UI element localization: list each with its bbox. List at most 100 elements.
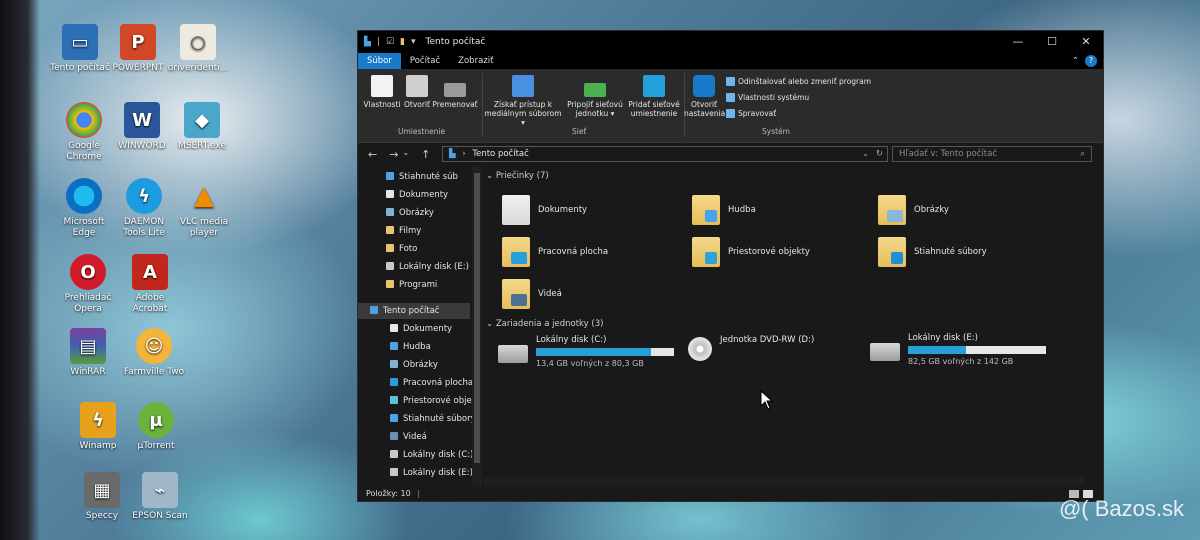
sidebar-item-disk-e-pinned[interactable]: Lokálny disk (E:) xyxy=(358,259,470,275)
collapse-ribbon-icon[interactable]: ⌃ xyxy=(1066,53,1085,69)
drive-c[interactable]: Lokálny disk (C:) 13,4 GB voľných z 80,3… xyxy=(498,335,688,377)
desktop-icon-edge[interactable]: Microsoft Edge xyxy=(52,178,116,239)
address-dropdown-icon[interactable]: ⌄ xyxy=(862,147,869,161)
sidebar-item-label: Lokálny disk (C:) xyxy=(403,450,474,460)
sidebar-item-label: Programi xyxy=(399,280,438,290)
tab-view[interactable]: Zobraziť xyxy=(449,53,502,69)
desktop-icon-speccy[interactable]: ▦ Speccy xyxy=(70,472,134,522)
folder-icon xyxy=(386,280,394,288)
desktop-icon-epson[interactable]: ⌁ EPSON Scan xyxy=(128,472,192,522)
tab-computer[interactable]: Počítač xyxy=(401,53,449,69)
tab-file[interactable]: Súbor xyxy=(358,53,401,69)
sidebar-item-downloads[interactable]: Stiahnuté súbory xyxy=(358,411,476,427)
desktop-icon-acrobat[interactable]: A Adobe Acrobat xyxy=(118,254,182,315)
manage-button[interactable]: Spravovať xyxy=(726,109,776,118)
sidebar-item-pictures[interactable]: Obrázky xyxy=(358,357,470,373)
sidebar-scrollbar[interactable] xyxy=(472,167,482,487)
sidebar-item-3d-objects[interactable]: Priestorové obje xyxy=(358,393,472,409)
desktop-icon-chrome[interactable]: Google Chrome xyxy=(52,102,116,163)
new-folder-quick-icon[interactable]: ▮ xyxy=(400,37,405,47)
folder-videos[interactable]: Videá xyxy=(502,275,672,313)
maximize-button[interactable]: ☐ xyxy=(1035,31,1069,53)
utorrent-icon: µ xyxy=(138,402,174,438)
folder-music[interactable]: Hudba xyxy=(692,191,862,229)
network-location-icon xyxy=(643,75,665,97)
refresh-icon[interactable]: ↻ xyxy=(876,147,883,161)
folder-pictures[interactable]: Obrázky xyxy=(878,191,1048,229)
sidebar-item-downloads-pinned[interactable]: Stiahnuté súb xyxy=(358,169,470,185)
media-access-button[interactable]: Získať prístup k mediálnym súborom ▾ xyxy=(484,75,562,127)
rename-button[interactable]: Premenovať xyxy=(432,75,478,109)
desktop-icon-utorrent[interactable]: µ µTorrent xyxy=(124,402,188,452)
open-settings-button[interactable]: Otvoriť nastavenia xyxy=(684,75,725,118)
farmville-icon: ☺ xyxy=(136,328,172,364)
open-button[interactable]: Otvoriť xyxy=(402,75,432,109)
uninstall-program-button[interactable]: Odinštalovať alebo zmeniť program xyxy=(726,77,871,86)
location-group-label: Umiestnenie xyxy=(398,127,446,136)
media-access-label: mediálnym súborom ▾ xyxy=(484,109,562,127)
desktop-icon-winrar[interactable]: ▤ WinRAR xyxy=(56,328,120,378)
desktop-icon-vlc[interactable]: ▲ VLC media player xyxy=(172,178,236,239)
sidebar-item-foto[interactable]: Foto xyxy=(358,241,470,257)
back-button[interactable]: ← xyxy=(368,148,377,161)
devices-section-header[interactable]: ⌄ Zariadenia a jednotky (3) xyxy=(486,319,603,329)
drive-d-dvd[interactable]: Jednotka DVD-RW (D:) xyxy=(688,335,878,377)
desktop-icon-this-pc[interactable]: ▭ Tento počítač xyxy=(48,24,112,74)
folder-3d-objects[interactable]: Priestorové objekty xyxy=(692,233,862,271)
close-button[interactable]: ✕ xyxy=(1069,31,1103,53)
desktop-icon-daemon[interactable]: ϟ DAEMON Tools Lite xyxy=(112,178,176,239)
desktop-icon-opera[interactable]: O Prehliadač Opera xyxy=(56,254,120,315)
folder-documents[interactable]: Dokumenty xyxy=(502,191,672,229)
sidebar-item-disk-c[interactable]: Lokálny disk (C:) xyxy=(358,447,474,463)
map-drive-button[interactable]: Pripojiť sieťovú jednotku ▾ xyxy=(564,75,626,118)
sidebar-item-filmy[interactable]: Filmy xyxy=(358,223,470,239)
map-drive-label: Pripojiť sieťovú xyxy=(567,100,623,109)
sidebar-item-programi[interactable]: Programi xyxy=(358,277,470,293)
minimize-button[interactable]: — xyxy=(1001,31,1035,53)
desktop-icon-label: WINWORD xyxy=(118,141,166,151)
properties-quick-icon[interactable]: ☑ xyxy=(386,37,394,47)
content-scrollbar[interactable] xyxy=(484,477,1084,485)
desktop-icon-powerpnt[interactable]: P POWERPNT xyxy=(106,24,170,74)
sidebar-item-documents-pinned[interactable]: Dokumenty xyxy=(358,187,470,203)
sidebar-item-this-pc[interactable]: Tento počítač xyxy=(358,303,470,319)
desktop-icon-driver[interactable]: ○ driveridenti... xyxy=(166,24,230,74)
scrollbar-thumb[interactable] xyxy=(474,173,480,463)
sidebar-item-videos[interactable]: Videá xyxy=(358,429,470,445)
desktop-icon-label: WinRAR xyxy=(70,367,106,377)
folder-desktop[interactable]: Pracovná plocha xyxy=(502,233,672,271)
sidebar-item-documents[interactable]: Dokumenty xyxy=(358,321,470,337)
customize-quick-icon[interactable]: ▾ xyxy=(411,37,416,47)
powerpoint-icon: P xyxy=(120,24,156,60)
rename-label: Premenovať xyxy=(432,100,478,109)
properties-label: Vlastnosti xyxy=(363,100,401,109)
folder-downloads[interactable]: Stiahnuté súbory xyxy=(878,233,1048,271)
desktop-icon-winamp[interactable]: ϟ Winamp xyxy=(66,402,130,452)
sidebar-item-pictures-pinned[interactable]: Obrázky xyxy=(358,205,470,221)
address-bar[interactable]: ▙ › Tento počítač ⌄ ↻ xyxy=(442,146,888,162)
sidebar-item-desktop[interactable]: Pracovná plocha xyxy=(358,375,473,391)
up-button[interactable]: ↑ xyxy=(421,148,430,161)
media-access-label: Získať prístup k xyxy=(493,100,553,109)
help-icon[interactable]: ? xyxy=(1085,55,1097,67)
desktop-icon-label: POWERPNT xyxy=(112,63,164,73)
sidebar-item-music[interactable]: Hudba xyxy=(358,339,470,355)
sidebar-item-label: Lokálny disk (E:) xyxy=(399,262,469,272)
sidebar-item-disk-e[interactable]: Lokálny disk (E:) xyxy=(358,465,473,481)
settings-label: Otvoriť xyxy=(691,100,717,109)
recent-locations-icon[interactable]: ⌄ xyxy=(402,148,409,161)
folders-section-header[interactable]: ⌄ Priečinky (7) xyxy=(486,171,549,181)
item-count: Položky: 10 xyxy=(366,489,411,498)
system-properties-button[interactable]: Vlastnosti systému xyxy=(726,93,809,102)
forward-button[interactable]: → xyxy=(389,148,398,161)
desktop-icon-winword[interactable]: W WINWORD xyxy=(110,102,174,152)
properties-button[interactable]: Vlastnosti xyxy=(362,75,402,109)
word-icon: W xyxy=(124,102,160,138)
search-input[interactable]: Hľadať v: Tento počítač ⌕ xyxy=(892,146,1092,162)
add-network-location-button[interactable]: Pridať sieťové umiestnenie xyxy=(624,75,684,118)
desktop-icon-msert[interactable]: ◆ MSERT.exe xyxy=(170,102,234,152)
title-bar[interactable]: ▙ | ☑ ▮ ▾ Tento počítač — ☐ ✕ xyxy=(358,31,1103,53)
desktop-icon-farmville[interactable]: ☺ Farmville Two xyxy=(122,328,186,378)
pictures-folder-icon xyxy=(878,195,906,225)
drive-e[interactable]: Lokálny disk (E:) 82,5 GB voľných z 142 … xyxy=(870,333,1060,375)
